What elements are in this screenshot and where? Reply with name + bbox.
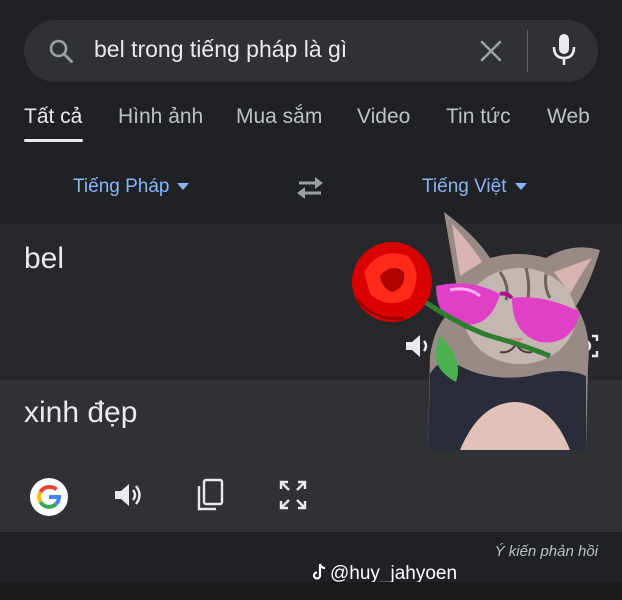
- fullscreen-icon[interactable]: [278, 479, 308, 511]
- target-language-select[interactable]: Tiếng Việt: [422, 176, 527, 198]
- chevron-down-icon: [514, 183, 527, 191]
- bottom-strip: [0, 582, 622, 600]
- source-language-label: Tiếng Pháp: [73, 176, 170, 197]
- chevron-down-icon: [177, 183, 190, 191]
- tab-news[interactable]: Tin tức: [446, 105, 511, 129]
- tab-web[interactable]: Web: [547, 105, 590, 129]
- target-language-label: Tiếng Việt: [422, 176, 507, 197]
- clear-icon[interactable]: [478, 38, 504, 64]
- active-tab-indicator: [24, 139, 83, 142]
- search-icon[interactable]: [48, 38, 74, 64]
- source-text[interactable]: bel: [24, 242, 64, 276]
- translated-text: xinh đẹp: [24, 396, 138, 429]
- microphone-icon[interactable]: [551, 33, 577, 67]
- google-icon[interactable]: [30, 478, 68, 516]
- tab-all[interactable]: Tất cả: [24, 105, 82, 129]
- tab-video[interactable]: Video: [357, 105, 410, 129]
- source-language-select[interactable]: Tiếng Pháp: [73, 176, 190, 198]
- cat-with-rose-sticker: [352, 212, 600, 450]
- tiktok-icon: [312, 563, 326, 580]
- swap-languages-icon[interactable]: [293, 174, 327, 202]
- search-tabs: Tất cả Hình ảnh Mua sắm Video Tin tức We…: [0, 105, 622, 145]
- copy-icon[interactable]: [196, 478, 224, 512]
- watermark-handle: @huy_jahyoen: [330, 563, 458, 584]
- tab-shopping[interactable]: Mua sắm: [236, 105, 322, 129]
- search-divider: [527, 30, 528, 72]
- feedback-link[interactable]: Ý kiến phản hồi: [495, 543, 598, 560]
- search-input[interactable]: bel trong tiếng pháp là gì: [94, 36, 347, 63]
- listen-translation-icon[interactable]: [113, 480, 145, 510]
- tab-images[interactable]: Hình ảnh: [118, 105, 203, 129]
